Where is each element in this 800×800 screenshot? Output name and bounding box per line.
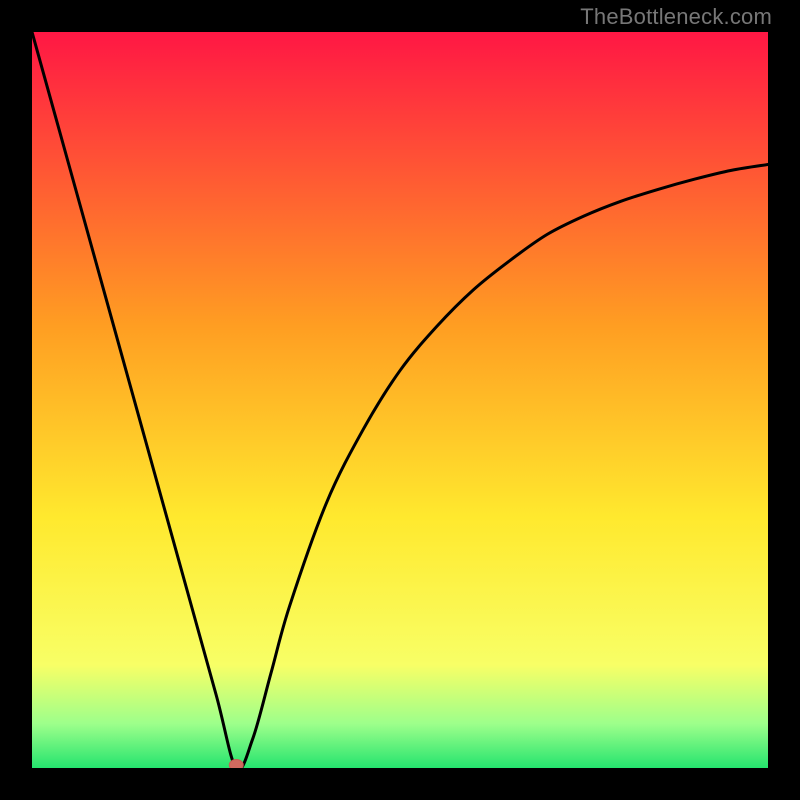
gradient-chart bbox=[32, 32, 768, 768]
minimum-marker-icon bbox=[229, 760, 243, 769]
plot-area bbox=[32, 32, 768, 768]
gradient-background bbox=[32, 32, 768, 768]
chart-frame: TheBottleneck.com bbox=[0, 0, 800, 800]
watermark-text: TheBottleneck.com bbox=[580, 4, 772, 30]
